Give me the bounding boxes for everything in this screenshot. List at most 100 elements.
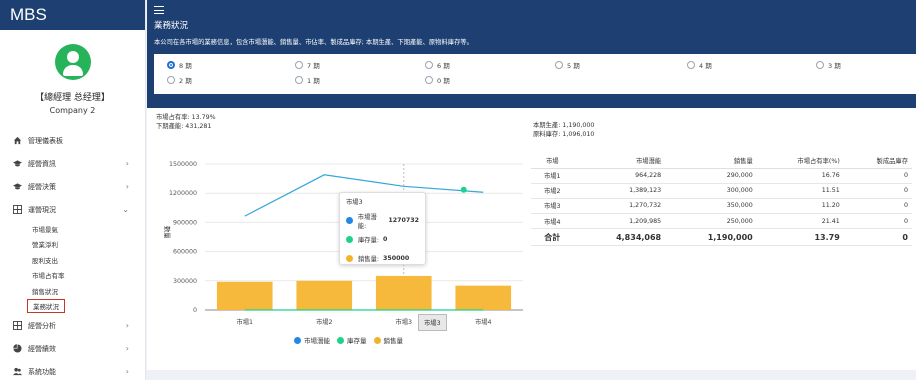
table-header[interactable]: 市場占有率(%)	[756, 154, 844, 169]
table-cell: 11.20	[756, 198, 844, 215]
period-radio-4[interactable]: 4 期	[687, 60, 712, 70]
sidebar-subitem-label: 業務狀況	[27, 299, 65, 314]
sidebar-item-operation-status[interactable]: 運營現況 ⌄	[0, 198, 145, 221]
period-radio-2[interactable]: 2 期	[167, 75, 192, 85]
grid-icon	[13, 205, 22, 214]
stat-market-share: 市場占有率: 13.79%	[156, 114, 216, 121]
table-cell: 0	[843, 198, 912, 215]
period-label: 4 期	[699, 62, 712, 70]
table-row: 市場1 964,228 290,000 16.76 0	[531, 168, 912, 184]
user-role: 【總經理 总经理】	[35, 93, 110, 103]
legend-item-potential[interactable]: 市場潛能	[294, 335, 330, 345]
table-cell: 290,000	[665, 168, 757, 184]
table-cell: 市場2	[531, 183, 574, 199]
chevron-right-icon: ›	[125, 367, 129, 376]
table-header[interactable]: 市場	[531, 154, 574, 169]
sidebar-subitem-dividend[interactable]: 股利支出	[0, 252, 145, 268]
legend-item-sales[interactable]: 銷售量	[373, 335, 404, 345]
user-profile: 【總經理 总经理】 Company 2	[0, 30, 145, 115]
legend-label: 銷售量	[383, 337, 404, 345]
legend-dot-icon	[346, 236, 353, 243]
period-label: 6 期	[437, 62, 450, 70]
sidebar-subitem-market-share[interactable]: 市場占有率	[0, 268, 145, 284]
page-header: 業務狀況 本公司在各市場的業務信息，包含市場潛能、銷售量、市佔率、製成品庫存; …	[147, 0, 916, 108]
table-cell: 964,228	[573, 168, 666, 184]
table-cell: 13.79	[756, 228, 844, 247]
period-label: 2 期	[179, 77, 192, 85]
grid-icon	[13, 321, 22, 330]
sidebar-item-label: 經營分析	[28, 321, 56, 330]
sidebar-item-label: 運營現況	[28, 205, 56, 214]
graduation-cap-icon	[13, 159, 22, 168]
table-cell: 合計	[531, 228, 574, 247]
hamburger-menu-icon[interactable]	[154, 6, 164, 14]
graduation-cap-icon	[13, 182, 22, 191]
page-description: 本公司在各市場的業務信息，包含市場潛能、銷售量、市佔率、製成品庫存; 本期生產、…	[154, 39, 473, 46]
table-header[interactable]: 製成品庫存	[843, 154, 912, 169]
radio-icon	[425, 61, 433, 69]
table-cell: 0	[843, 213, 912, 230]
period-radio-3[interactable]: 3 期	[816, 60, 841, 70]
users-icon	[13, 367, 22, 376]
sidebar-item-label: 經營績效	[28, 344, 56, 353]
table-cell: 250,000	[665, 213, 757, 230]
axis-pointer-label: 市場3	[418, 314, 447, 331]
period-radio-7[interactable]: 7 期	[295, 60, 320, 70]
tooltip-label: 銷售量:	[358, 256, 380, 263]
table-cell: 300,000	[665, 183, 757, 199]
table-row: 市場3 1,270,732 350,000 11.20 0	[531, 198, 912, 215]
period-label: 0 期	[437, 77, 450, 85]
brand-logo[interactable]: MBS	[0, 0, 145, 30]
table-cell: 市場3	[531, 198, 574, 215]
sidebar-item-performance[interactable]: 經營績效 ›	[0, 337, 145, 360]
period-label: 1 期	[307, 77, 320, 85]
table-header[interactable]: 市場潛能	[573, 154, 666, 169]
sidebar-item-system[interactable]: 系統功能 ›	[0, 360, 145, 380]
table-cell: 11.51	[756, 183, 844, 199]
table-total-row: 合計 4,834,068 1,190,000 13.79 0	[531, 228, 912, 247]
chevron-down-icon: ⌄	[122, 205, 129, 214]
pie-chart-icon	[13, 344, 22, 353]
table-header[interactable]: 銷售量	[665, 154, 757, 169]
legend-dot-icon	[346, 255, 353, 262]
sidebar-item-label: 經營資訊	[28, 159, 56, 168]
radio-icon	[167, 76, 175, 84]
sidebar-subitem-business-status[interactable]: 業務狀況	[0, 299, 145, 315]
period-label: 8 期	[179, 62, 192, 70]
period-radio-0[interactable]: 0 期	[425, 75, 450, 85]
radio-icon	[816, 61, 824, 69]
tooltip-title: 市場3	[346, 199, 363, 206]
table-cell: 21.41	[756, 213, 844, 230]
avatar[interactable]	[54, 44, 91, 80]
chevron-right-icon: ›	[125, 321, 129, 330]
table-row: 市場4 1,209,985 250,000 21.41 0	[531, 213, 912, 230]
sidebar-item-dashboard[interactable]: 管理儀表板	[0, 129, 145, 152]
legend-label: 庫存量	[347, 337, 367, 345]
sidebar-item-label: 系統功能	[28, 367, 56, 376]
stat-next-capacity: 下期產能: 431,281	[156, 123, 212, 130]
table-cell: 0	[843, 183, 912, 199]
chart-tooltip: 市場3 市場潛能: 1270732 庫存量: 0 銷售量: 350000	[339, 192, 426, 265]
page-footer	[147, 371, 916, 380]
table-cell: 市場4	[531, 213, 574, 230]
period-radio-8[interactable]: 8 期	[167, 60, 192, 70]
sidebar-subitem-operating-profit[interactable]: 營業淨利	[0, 237, 145, 253]
chart-legend: 市場潛能 庫存量 銷售量	[294, 335, 410, 345]
table-cell: 1,190,000	[665, 228, 757, 247]
period-radio-1[interactable]: 1 期	[295, 75, 320, 85]
sidebar-subitem-sales-status[interactable]: 銷售狀況	[0, 283, 145, 299]
sidebar-item-business-analysis[interactable]: 經營分析 ›	[0, 314, 145, 337]
sidebar-item-business-decision[interactable]: 經營決策 ›	[0, 175, 145, 198]
home-icon	[13, 136, 22, 145]
sidebar-item-business-info[interactable]: 經營資訊 ›	[0, 152, 145, 175]
table-row: 市場2 1,389,123 300,000 11.51 0	[531, 183, 912, 199]
chevron-right-icon: ›	[125, 344, 129, 353]
legend-dot-icon	[337, 336, 344, 344]
legend-item-inventory[interactable]: 庫存量	[337, 335, 367, 345]
app-root: MBS 【總經理 总经理】 Company 2 管理儀表板 經營資訊 › 經營決…	[0, 0, 916, 380]
sidebar-subitem-market-climate[interactable]: 市場景氣	[0, 221, 145, 237]
sidebar-item-label: 經營決策	[28, 182, 56, 191]
period-radio-6[interactable]: 6 期	[425, 60, 450, 70]
period-radio-5[interactable]: 5 期	[555, 60, 580, 70]
legend-dot-icon	[346, 217, 353, 224]
